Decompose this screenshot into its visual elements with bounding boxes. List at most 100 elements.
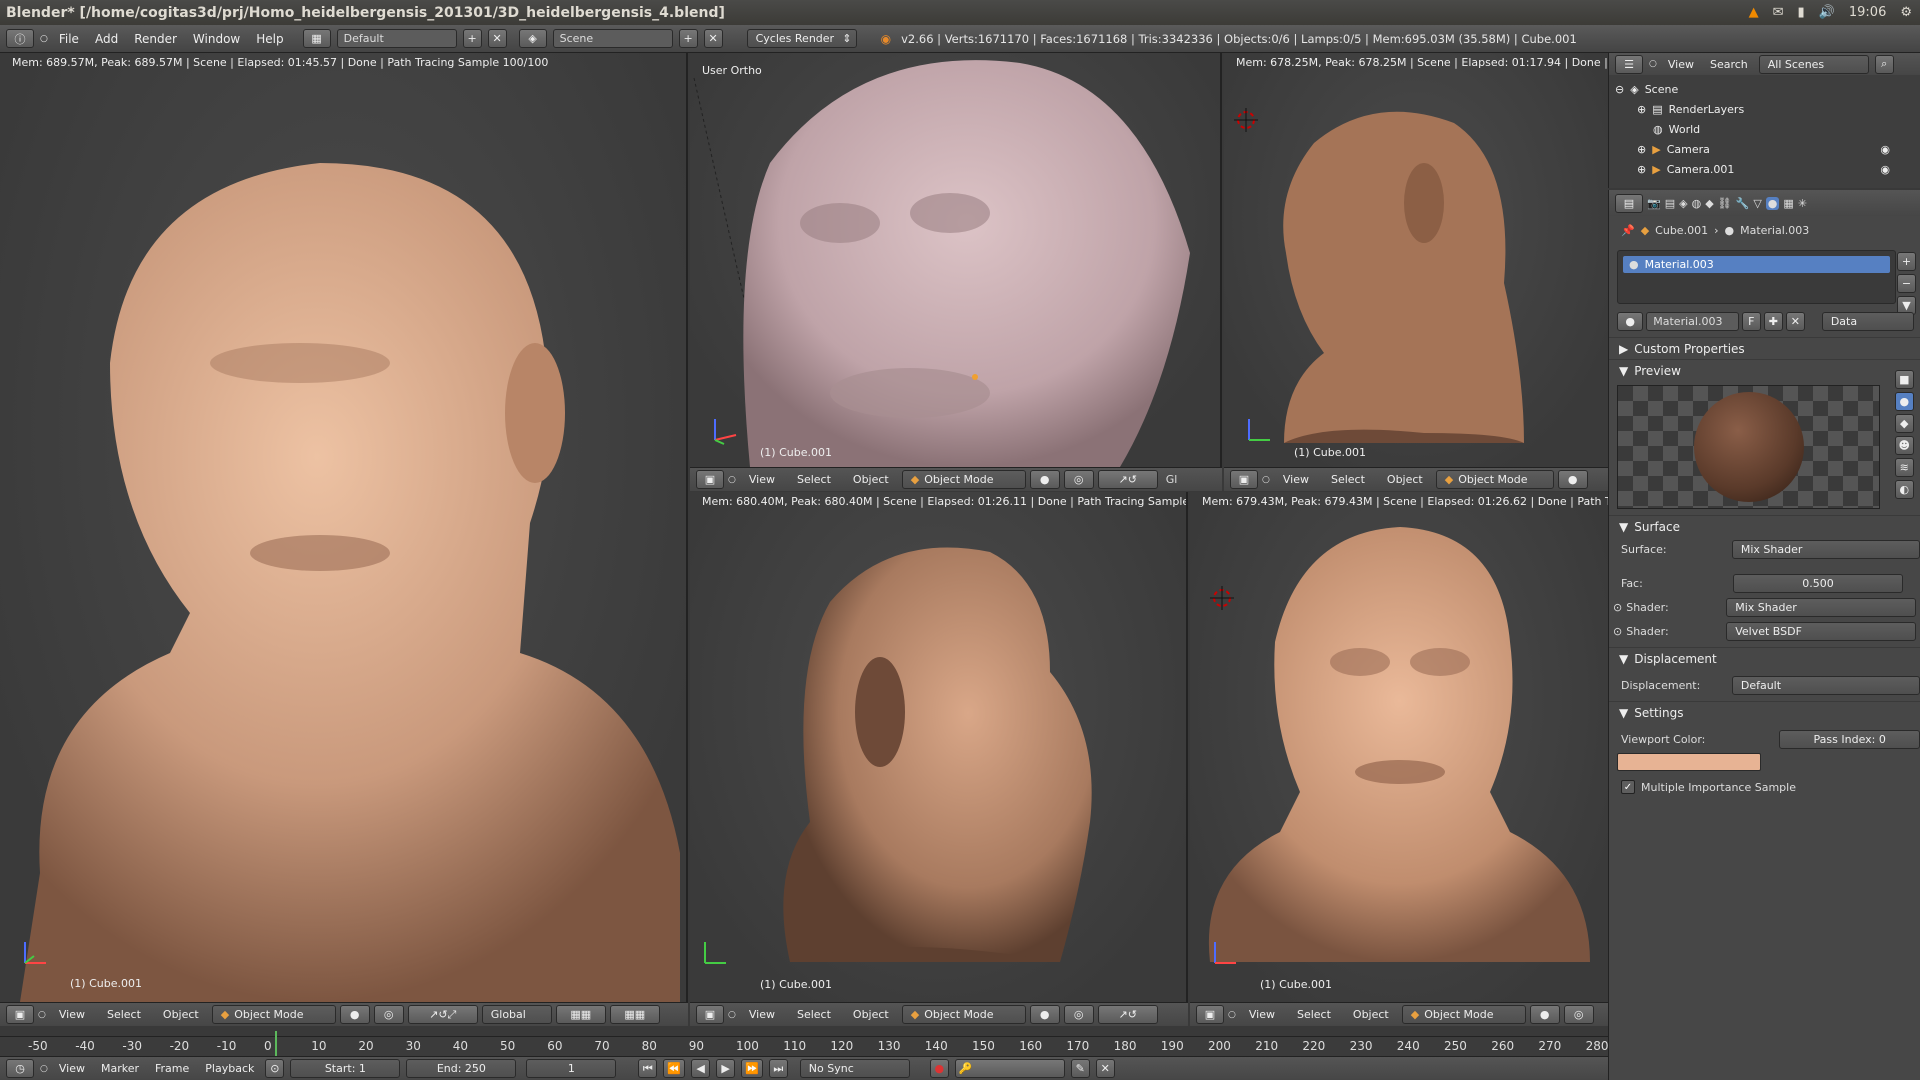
viewport-color-swatch[interactable]	[1617, 753, 1761, 771]
start-frame-field[interactable]: Start: 1	[290, 1059, 401, 1078]
search-icon[interactable]: ⌕	[1874, 54, 1894, 74]
current-frame-field[interactable]: 1	[526, 1059, 617, 1078]
texture-tab-icon[interactable]: ▦	[1783, 197, 1793, 210]
preview-range-button[interactable]: ⊙	[265, 1059, 285, 1078]
expand-icon[interactable]: ⊖	[1615, 83, 1624, 96]
record-icon[interactable]: ●	[929, 1059, 949, 1078]
play-icon[interactable]: ▶	[716, 1059, 736, 1078]
menu-add[interactable]: Add	[90, 32, 123, 46]
editor-type-button[interactable]: ◷	[6, 1059, 34, 1078]
menu-object[interactable]: Object	[154, 1008, 208, 1021]
remove-scene-button[interactable]: ✕	[703, 29, 723, 48]
shading-button[interactable]: ●	[1557, 470, 1588, 489]
collapse-icon[interactable]: ○	[40, 34, 48, 44]
checkbox-checked-icon[interactable]: ✓	[1621, 780, 1635, 794]
panel-custom-properties[interactable]: ▶ Custom Properties	[1609, 337, 1920, 359]
manipulator-button[interactable]: ↗↺	[1097, 470, 1158, 489]
menu-view[interactable]: View	[1240, 1008, 1284, 1021]
preview-flat-button[interactable]: ■	[1894, 370, 1914, 389]
menu-view[interactable]: View	[1663, 58, 1699, 71]
outliner-item-renderlayers[interactable]: ⊕ ▤ RenderLayers	[1615, 99, 1920, 119]
layers-tab-icon[interactable]: ▤	[1665, 197, 1675, 210]
insert-keyframe-icon[interactable]: ✎	[1070, 1059, 1090, 1078]
menu-select[interactable]: Select	[98, 1008, 150, 1021]
editor-type-button[interactable]: ⓘ	[6, 29, 34, 48]
expand-icon[interactable]: ⊕	[1637, 103, 1646, 116]
shading-button[interactable]: ●	[1529, 1005, 1560, 1024]
menu-view[interactable]: View	[1274, 473, 1318, 486]
shading-button[interactable]: ●	[339, 1005, 370, 1024]
constraints-tab-icon[interactable]: ⛓	[1718, 197, 1732, 210]
collapse-icon[interactable]: ○	[728, 1010, 736, 1020]
viewport-main[interactable]: Mem: 689.57M, Peak: 689.57M | Scene | El…	[0, 53, 688, 1002]
menu-window[interactable]: Window	[188, 32, 245, 46]
collapse-icon[interactable]: ○	[1262, 475, 1270, 485]
menu-view[interactable]: View	[54, 1062, 90, 1075]
layers-button[interactable]: ▦▦	[555, 1005, 606, 1024]
scene-tab-icon[interactable]: ◈	[1679, 197, 1687, 210]
panel-preview[interactable]: ▼ Preview	[1609, 359, 1920, 381]
outliner-item-world[interactable]: ◍ World	[1615, 119, 1920, 139]
menu-object[interactable]: Object	[1344, 1008, 1398, 1021]
viewport-top-right[interactable]: Mem: 678.25M, Peak: 678.25M | Scene | El…	[1224, 53, 1608, 467]
menu-select[interactable]: Select	[788, 1008, 840, 1021]
menu-object[interactable]: Object	[844, 1008, 898, 1021]
next-keyframe-icon[interactable]: ⏩	[741, 1059, 763, 1078]
end-frame-field[interactable]: End: 250	[406, 1059, 517, 1078]
menu-playback[interactable]: Playback	[200, 1062, 259, 1075]
particles-tab-icon[interactable]: ✳	[1798, 197, 1807, 210]
scene-field[interactable]: Scene	[552, 29, 673, 48]
editor-type-button[interactable]: ▤	[1615, 193, 1643, 213]
play-reverse-icon[interactable]: ◀	[691, 1059, 711, 1078]
material-slots-list[interactable]: ● Material.003	[1617, 250, 1896, 304]
prev-keyframe-icon[interactable]: ⏪	[663, 1059, 686, 1078]
clock[interactable]: 19:06	[1849, 5, 1886, 20]
scene-icon[interactable]: ◈	[518, 29, 547, 48]
fake-user-button[interactable]: F	[1741, 312, 1761, 331]
menu-frame[interactable]: Frame	[150, 1062, 194, 1075]
manipulator-button[interactable]: ↗↺	[1097, 1005, 1158, 1024]
panel-displacement[interactable]: ▼ Displacement	[1609, 647, 1920, 669]
gear-icon[interactable]: ⚙	[1900, 5, 1912, 20]
pivot-button[interactable]: ◎	[373, 1005, 404, 1024]
socket-icon[interactable]: ⊙	[1613, 625, 1622, 638]
outliner-item-scene[interactable]: ⊖ ◈ Scene	[1615, 79, 1920, 99]
world-tab-icon[interactable]: ◍	[1692, 197, 1702, 210]
collapse-icon[interactable]: ○	[728, 475, 736, 485]
pivot-button[interactable]: ◎	[1063, 470, 1094, 489]
menu-select[interactable]: Select	[788, 473, 840, 486]
viewport-bottom-right[interactable]: Mem: 679.43M, Peak: 679.43M | Scene | El…	[1190, 492, 1608, 1010]
menu-help[interactable]: Help	[251, 32, 288, 46]
outliner-item-camera[interactable]: ⊕ ▶ Camera ◉	[1615, 139, 1920, 159]
pivot-button[interactable]: ◎	[1563, 1005, 1594, 1024]
editor-type-button[interactable]: ☰	[1615, 54, 1643, 74]
menu-file[interactable]: File	[54, 32, 84, 46]
material-name-field[interactable]: Material.003	[1646, 312, 1739, 331]
expand-icon[interactable]: ⊕	[1637, 163, 1646, 176]
displacement-dropdown[interactable]: Default	[1731, 675, 1920, 695]
menu-object[interactable]: Object	[1378, 473, 1432, 486]
socket-icon[interactable]: ⊙	[1613, 601, 1622, 614]
orientation-label[interactable]: Gl	[1166, 473, 1178, 486]
add-layout-button[interactable]: +	[462, 29, 482, 48]
unlink-material-button[interactable]: ✕	[1785, 312, 1805, 331]
collapse-icon[interactable]: ○	[1228, 1010, 1236, 1020]
outliner-item-camera001[interactable]: ⊕ ▶ Camera.001 ◉	[1615, 159, 1920, 179]
menu-object[interactable]: Object	[844, 473, 898, 486]
volume-icon[interactable]: 🔊	[1819, 5, 1835, 20]
orientation-dropdown[interactable]: Global	[481, 1005, 552, 1024]
menu-select[interactable]: Select	[1322, 473, 1374, 486]
screen-layout-icon[interactable]: ▦	[302, 29, 331, 48]
panel-settings[interactable]: ▼ Settings	[1609, 701, 1920, 723]
new-material-button[interactable]: ✚	[1763, 312, 1783, 331]
render-engine-dropdown[interactable]: Cycles Render ⇕	[746, 29, 857, 48]
remove-slot-button[interactable]: −	[1897, 274, 1916, 293]
object-tab-icon[interactable]: ◆	[1705, 197, 1713, 210]
preview-monkey-button[interactable]: ☻	[1894, 436, 1914, 455]
menu-view[interactable]: View	[740, 1008, 784, 1021]
collapse-icon[interactable]: ○	[38, 1010, 46, 1020]
panel-surface[interactable]: ▼ Surface	[1609, 515, 1920, 537]
editor-type-button[interactable]: ▣	[1196, 1005, 1224, 1024]
keying-set-icon[interactable]: 🔑	[954, 1059, 1065, 1078]
mode-dropdown[interactable]: ◆ Object Mode	[901, 1005, 1026, 1024]
